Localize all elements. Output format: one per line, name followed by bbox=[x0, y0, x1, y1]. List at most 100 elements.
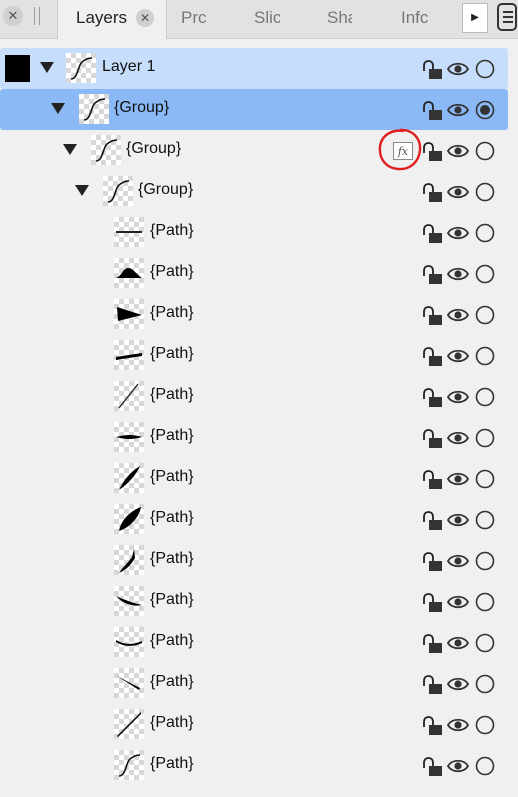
tab-layers[interactable]: Layers ✕ bbox=[57, 0, 167, 39]
layer-row-path[interactable]: {Path} bbox=[0, 540, 508, 581]
layer-name[interactable]: {Path} bbox=[150, 386, 194, 404]
layer-row-path[interactable]: {Path} bbox=[0, 581, 508, 622]
radio-circle-icon[interactable] bbox=[475, 223, 495, 243]
radio-circle-icon[interactable] bbox=[475, 305, 495, 325]
layer-row-path[interactable]: {Path} bbox=[0, 335, 508, 376]
expand-triangle-icon[interactable] bbox=[40, 62, 54, 73]
layer-name[interactable]: {Path} bbox=[150, 714, 194, 732]
radio-circle-icon[interactable] bbox=[475, 469, 495, 489]
layer-name[interactable]: {Path} bbox=[150, 222, 194, 240]
layer-name[interactable]: {Path} bbox=[150, 304, 194, 322]
radio-circle-icon[interactable] bbox=[475, 510, 495, 530]
layer-name[interactable]: {Path} bbox=[150, 591, 194, 609]
layer-name[interactable]: {Group} bbox=[138, 181, 193, 199]
radio-circle-icon[interactable] bbox=[475, 387, 495, 407]
eye-icon[interactable] bbox=[447, 101, 469, 119]
layer-name[interactable]: {Path} bbox=[150, 673, 194, 691]
unlocked-padlock-icon[interactable] bbox=[421, 388, 443, 408]
layer-name[interactable]: {Path} bbox=[150, 345, 194, 363]
tab-close-icon[interactable]: ✕ bbox=[136, 9, 154, 27]
eye-icon[interactable] bbox=[447, 429, 469, 447]
unlocked-padlock-icon[interactable] bbox=[421, 60, 443, 80]
layer-name[interactable]: {Group} bbox=[126, 140, 181, 158]
layer-name[interactable]: {Group} bbox=[114, 99, 169, 117]
eye-icon[interactable] bbox=[447, 675, 469, 693]
radio-circle-icon[interactable] bbox=[475, 674, 495, 694]
expand-triangle-icon[interactable] bbox=[75, 185, 89, 196]
radio-circle-icon[interactable] bbox=[475, 428, 495, 448]
tab-infc[interactable]: Infc bbox=[401, 0, 429, 38]
eye-icon[interactable] bbox=[447, 265, 469, 283]
eye-icon[interactable] bbox=[447, 142, 469, 160]
layer-row-group[interactable]: {Group} fx bbox=[0, 128, 508, 171]
layer-row-path[interactable]: {Path} bbox=[0, 417, 508, 458]
unlocked-padlock-icon[interactable] bbox=[421, 224, 443, 244]
eye-icon[interactable] bbox=[447, 716, 469, 734]
layer-row-path[interactable]: {Path} bbox=[0, 212, 508, 253]
layer-row-group[interactable]: {Group} bbox=[0, 171, 508, 212]
layer-row-path[interactable]: {Path} bbox=[0, 745, 508, 786]
layer-row-path[interactable]: {Path} bbox=[0, 458, 508, 499]
eye-icon[interactable] bbox=[447, 511, 469, 529]
layer-name[interactable]: {Path} bbox=[150, 263, 194, 281]
unlocked-padlock-icon[interactable] bbox=[421, 675, 443, 695]
eye-icon[interactable] bbox=[447, 183, 469, 201]
layer-name[interactable]: {Path} bbox=[150, 427, 194, 445]
eye-icon[interactable] bbox=[447, 593, 469, 611]
unlocked-padlock-icon[interactable] bbox=[421, 142, 443, 162]
tab-slic[interactable]: Slic bbox=[254, 0, 280, 38]
layer-row-layer[interactable]: Layer 1 bbox=[0, 48, 508, 89]
unlocked-padlock-icon[interactable] bbox=[421, 347, 443, 367]
hamburger-menu-icon[interactable] bbox=[497, 3, 517, 31]
layer-name[interactable]: {Path} bbox=[150, 550, 194, 568]
unlocked-padlock-icon[interactable] bbox=[421, 101, 443, 121]
eye-icon[interactable] bbox=[447, 634, 469, 652]
layer-row-path[interactable]: {Path} bbox=[0, 376, 508, 417]
unlocked-padlock-icon[interactable] bbox=[421, 757, 443, 777]
layer-name[interactable]: {Path} bbox=[150, 509, 194, 527]
unlocked-padlock-icon[interactable] bbox=[421, 511, 443, 531]
radio-circle-icon[interactable] bbox=[475, 756, 495, 776]
layer-name[interactable]: {Path} bbox=[150, 468, 194, 486]
eye-icon[interactable] bbox=[447, 306, 469, 324]
layer-row-path[interactable]: {Path} bbox=[0, 704, 508, 745]
radio-circle-icon[interactable] bbox=[475, 346, 495, 366]
unlocked-padlock-icon[interactable] bbox=[421, 306, 443, 326]
unlocked-padlock-icon[interactable] bbox=[421, 265, 443, 285]
unlocked-padlock-icon[interactable] bbox=[421, 470, 443, 490]
radio-circle-icon[interactable] bbox=[475, 182, 495, 202]
unlocked-padlock-icon[interactable] bbox=[421, 716, 443, 736]
radio-circle-icon[interactable] bbox=[475, 633, 495, 653]
radio-circle-icon[interactable] bbox=[475, 141, 495, 161]
layer-color-swatch[interactable] bbox=[5, 55, 30, 82]
eye-icon[interactable] bbox=[447, 388, 469, 406]
eye-icon[interactable] bbox=[447, 60, 469, 78]
unlocked-padlock-icon[interactable] bbox=[421, 429, 443, 449]
eye-icon[interactable] bbox=[447, 552, 469, 570]
eye-icon[interactable] bbox=[447, 470, 469, 488]
panel-close-icon[interactable]: ✕ bbox=[3, 6, 23, 26]
layer-row-path[interactable]: {Path} bbox=[0, 622, 508, 663]
tab-sha[interactable]: Sha bbox=[327, 0, 352, 38]
play-arrow-icon[interactable]: ▶ bbox=[462, 3, 488, 33]
layer-name[interactable]: {Path} bbox=[150, 632, 194, 650]
layer-row-path[interactable]: {Path} bbox=[0, 663, 508, 704]
unlocked-padlock-icon[interactable] bbox=[421, 634, 443, 654]
layer-row-path[interactable]: {Path} bbox=[0, 294, 508, 335]
layer-name[interactable]: Layer 1 bbox=[102, 58, 155, 76]
unlocked-padlock-icon[interactable] bbox=[421, 183, 443, 203]
layer-name[interactable]: {Path} bbox=[150, 755, 194, 773]
eye-icon[interactable] bbox=[447, 347, 469, 365]
radio-circle-icon[interactable] bbox=[475, 264, 495, 284]
unlocked-padlock-icon[interactable] bbox=[421, 552, 443, 572]
radio-circle-icon[interactable] bbox=[475, 59, 495, 79]
radio-circle-icon[interactable] bbox=[475, 551, 495, 571]
radio-circle-icon[interactable] bbox=[475, 100, 495, 120]
layer-row-path[interactable]: {Path} bbox=[0, 499, 508, 540]
unlocked-padlock-icon[interactable] bbox=[421, 593, 443, 613]
radio-circle-icon[interactable] bbox=[475, 592, 495, 612]
eye-icon[interactable] bbox=[447, 757, 469, 775]
drag-grip-icon[interactable] bbox=[34, 7, 40, 25]
tab-prc[interactable]: Prc bbox=[181, 0, 211, 38]
layer-row-path[interactable]: {Path} bbox=[0, 253, 508, 294]
